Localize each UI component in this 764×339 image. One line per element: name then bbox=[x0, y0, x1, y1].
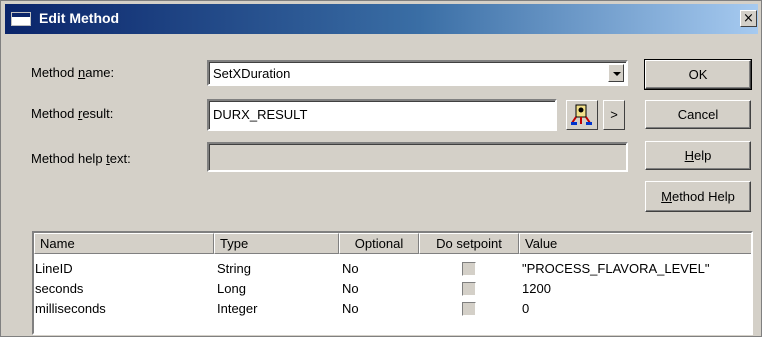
column-header-name[interactable]: Name bbox=[34, 233, 214, 254]
param-type: Integer bbox=[217, 301, 258, 316]
param-optional: No bbox=[342, 281, 359, 296]
param-optional: No bbox=[342, 261, 359, 276]
cancel-button-label: Cancel bbox=[677, 107, 719, 122]
edit-method-dialog: Edit Method × Method name: SetXDuration … bbox=[0, 0, 762, 337]
close-button[interactable]: × bbox=[740, 10, 757, 27]
result-arrow-button[interactable]: > bbox=[603, 100, 625, 130]
window-title: Edit Method bbox=[39, 10, 120, 26]
method-result-label: Method result: bbox=[31, 106, 114, 121]
table-row[interactable]: LineID String No "PROCESS_FLAVORA_LEVEL" bbox=[34, 260, 751, 280]
method-name-label: Method name: bbox=[31, 65, 115, 80]
method-name-combobox[interactable]: SetXDuration bbox=[207, 60, 628, 86]
method-name-value: SetXDuration bbox=[213, 66, 291, 81]
help-text-input[interactable] bbox=[207, 142, 628, 172]
column-header-optional[interactable]: Optional bbox=[339, 233, 419, 254]
cancel-button[interactable]: Cancel bbox=[645, 100, 751, 129]
column-header-type[interactable]: Type bbox=[214, 233, 339, 254]
title-bar[interactable]: Edit Method bbox=[5, 4, 758, 34]
column-header-value[interactable]: Value bbox=[519, 233, 751, 254]
do-setpoint-checkbox[interactable] bbox=[462, 262, 476, 276]
param-value: "PROCESS_FLAVORA_LEVEL" bbox=[522, 261, 710, 276]
param-name: LineID bbox=[35, 261, 73, 276]
column-header-do-setpoint[interactable]: Do setpoint bbox=[419, 233, 519, 254]
dialog-window-icon bbox=[11, 12, 31, 26]
table-row[interactable]: milliseconds Integer No 0 bbox=[34, 300, 751, 320]
param-optional: No bbox=[342, 301, 359, 316]
help-button-label: Help bbox=[684, 148, 712, 163]
param-type: String bbox=[217, 261, 251, 276]
do-setpoint-checkbox[interactable] bbox=[462, 282, 476, 296]
table-row[interactable]: seconds Long No 1200 bbox=[34, 280, 751, 300]
variable-picker-button[interactable] bbox=[566, 100, 598, 130]
param-value: 1200 bbox=[522, 281, 551, 296]
do-setpoint-checkbox[interactable] bbox=[462, 302, 476, 316]
param-name: seconds bbox=[35, 281, 84, 296]
help-button[interactable]: Help bbox=[645, 141, 751, 170]
param-name: milliseconds bbox=[35, 301, 106, 316]
ok-button[interactable]: OK bbox=[644, 59, 752, 90]
param-value: 0 bbox=[522, 301, 530, 316]
method-help-button-label: Method Help bbox=[661, 189, 735, 204]
method-result-value: DURX_RESULT bbox=[213, 107, 308, 122]
help-text-label: Method help text: bbox=[31, 151, 131, 166]
chevron-down-icon[interactable] bbox=[608, 64, 624, 82]
method-result-input[interactable]: DURX_RESULT bbox=[207, 99, 557, 131]
ok-button-label: OK bbox=[688, 67, 708, 82]
method-help-button[interactable]: Method Help bbox=[645, 181, 751, 212]
param-type: Long bbox=[217, 281, 246, 296]
variable-picker-icon bbox=[571, 104, 592, 125]
parameters-table[interactable]: Name Type Optional Do setpoint Value Lin… bbox=[32, 231, 753, 335]
